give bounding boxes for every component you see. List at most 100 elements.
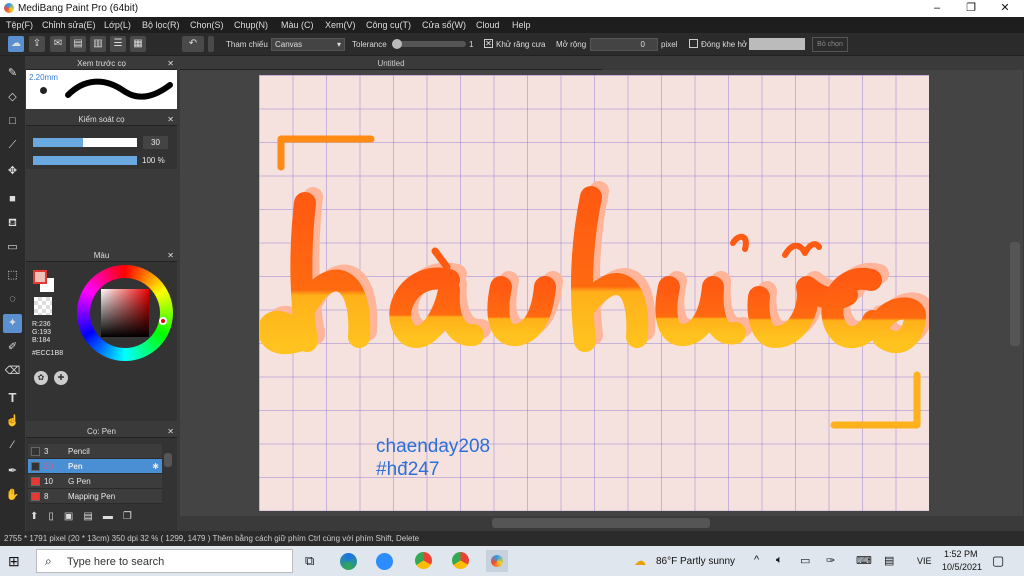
brush-list-item[interactable]: 8 Mapping Pen	[28, 489, 162, 504]
horizontal-scrollbar[interactable]	[492, 518, 710, 528]
menu-color[interactable]: Màu (C)	[281, 20, 314, 30]
list-icon[interactable]: ☰	[110, 36, 126, 52]
lasso-tool-icon[interactable]: ◌	[3, 290, 22, 309]
language-indicator[interactable]: VIE	[917, 556, 932, 566]
volume-icon[interactable]: 🔈︎	[776, 554, 783, 567]
weather-text[interactable]: 86°F Partly sunny	[656, 556, 735, 567]
move-tool-icon[interactable]: ✥	[3, 162, 22, 181]
reference-select[interactable]: Canvas ▾	[271, 38, 345, 51]
app-icon	[4, 3, 14, 13]
brush-list-item[interactable]: 30 Pen ✱	[28, 459, 162, 474]
menu-filter[interactable]: Bộ lọc(R)	[142, 20, 180, 30]
menu-edit[interactable]: Chỉnh sửa(E)	[42, 20, 96, 30]
panel-close-icon[interactable]: ✕	[167, 57, 174, 70]
bucket-tool-icon[interactable]: ⛾	[3, 214, 22, 233]
magic-wand-tool-icon[interactable]: ✦	[3, 314, 22, 333]
network-icon[interactable]: ▭	[800, 554, 810, 567]
new-brush-icon[interactable]: ▯	[48, 511, 64, 522]
menu-cloud[interactable]: Cloud	[476, 20, 500, 30]
fill-shape-tool-icon[interactable]: ■	[3, 190, 22, 209]
brush-size-value[interactable]: 30	[143, 136, 168, 149]
notification-icon[interactable]: ▢	[992, 553, 1004, 569]
share-icon[interactable]: ⇪	[29, 36, 45, 52]
transparent-color-swatch[interactable]	[34, 297, 52, 315]
pen-icon[interactable]: ✑	[826, 554, 835, 567]
hue-marker[interactable]	[159, 317, 167, 325]
hand-tool-icon[interactable]: ✋	[3, 486, 22, 505]
page-icon[interactable]: ▥	[90, 36, 106, 52]
medibang-task-icon[interactable]	[486, 550, 508, 572]
menu-file[interactable]: Tệp(F)	[6, 20, 33, 30]
panel-close-icon[interactable]: ✕	[167, 249, 174, 262]
brush-list-title: Cọ: Pen	[87, 427, 116, 436]
task-view-icon[interactable]: ⧉	[305, 553, 314, 569]
menu-capture[interactable]: Chụp(N)	[234, 20, 268, 30]
brush-menu-icon[interactable]: ▣	[64, 511, 83, 522]
add-brush-icon[interactable]: ⬆	[30, 511, 48, 522]
brush-list-item[interactable]: 10 G Pen	[28, 474, 162, 489]
eraser-tool-icon[interactable]: ◇	[3, 88, 22, 107]
cloud-icon[interactable]: ☁	[8, 36, 24, 52]
windows-start-icon[interactable]: ⊞	[8, 553, 20, 570]
folder-icon[interactable]: ▬	[103, 511, 123, 522]
select-pen-tool-icon[interactable]: ✐	[3, 338, 22, 357]
menu-view[interactable]: Xem(V)	[325, 20, 356, 30]
brush-opacity-slider[interactable]	[33, 156, 137, 165]
foreground-color-swatch[interactable]	[33, 270, 47, 284]
undo-icon[interactable]: ↶	[182, 36, 204, 52]
select-eraser-tool-icon[interactable]: ⌫	[3, 362, 22, 381]
expand-field[interactable]: 0	[590, 38, 658, 51]
close-gap-checkbox[interactable]	[689, 39, 698, 48]
chrome-icon[interactable]	[415, 552, 432, 569]
menu-layer[interactable]: Lớp(L)	[104, 20, 131, 30]
brush-list-scrollbar[interactable]	[164, 453, 172, 467]
canvas-paper[interactable]: chaenday208 #hđ247	[259, 75, 929, 511]
vertical-scrollbar[interactable]	[1010, 242, 1020, 346]
copy-brush-icon[interactable]: ❐	[123, 511, 142, 522]
brush-settings-icon[interactable]: ▤	[83, 511, 102, 522]
palette-icon[interactable]: ✿	[34, 371, 48, 385]
gear-icon[interactable]: ✱	[152, 459, 159, 474]
rect-select-tool-icon[interactable]: □	[3, 112, 22, 131]
caption-line-2: #hđ247	[376, 459, 440, 480]
comment-icon[interactable]: ✉	[50, 36, 66, 52]
close-gap-field[interactable]	[749, 38, 805, 50]
dot-tool-icon[interactable]: ⟋	[3, 136, 22, 155]
menu-window[interactable]: Cửa sổ(W)	[422, 20, 466, 30]
gradient-tool-icon[interactable]: ▭	[3, 238, 22, 257]
chrome-profile-icon[interactable]	[452, 552, 469, 569]
saturation-square[interactable]	[101, 289, 149, 337]
brush-tool-icon[interactable]: ✎	[3, 64, 22, 83]
text-tool-icon[interactable]: T	[3, 388, 22, 407]
touchpad-icon[interactable]: ▤	[884, 554, 894, 567]
hue-wheel[interactable]	[77, 265, 173, 361]
panel-close-icon[interactable]: ✕	[167, 425, 174, 438]
pipette-tool-icon[interactable]: ✒	[3, 462, 22, 481]
layer-icon[interactable]: ▤	[70, 36, 86, 52]
clock-time[interactable]: 1:52 PM	[944, 549, 978, 559]
deselect-button[interactable]: Bỏ chọn	[812, 37, 848, 52]
palette-add-icon[interactable]: ✚	[54, 371, 68, 385]
menu-help[interactable]: Help	[512, 20, 531, 30]
brush-size-slider[interactable]	[33, 138, 137, 147]
close-button[interactable]: ✕	[988, 0, 1022, 17]
keyboard-icon[interactable]: ⌨	[856, 554, 872, 567]
chevron-up-icon[interactable]: ^	[754, 554, 759, 566]
maximize-button[interactable]: ❐	[954, 0, 988, 17]
eyedropper-tool-icon[interactable]: ⁄	[3, 436, 22, 455]
grid-icon[interactable]: ▦	[130, 36, 146, 52]
tolerance-slider[interactable]	[392, 39, 466, 49]
brush-list-item[interactable]: 3 Pencil	[28, 444, 162, 459]
minimize-button[interactable]: –	[920, 0, 954, 17]
tab-untitled[interactable]: Untitled	[180, 57, 602, 70]
search-box[interactable]: ⌕ Type here to search	[36, 549, 293, 573]
edge-icon[interactable]	[340, 553, 357, 570]
panel-close-icon[interactable]: ✕	[167, 113, 174, 126]
menu-tools[interactable]: Công cụ(T)	[366, 20, 411, 30]
select-tool-icon[interactable]: ⬚	[3, 266, 22, 285]
menu-select[interactable]: Chọn(S)	[190, 20, 224, 30]
zoom-icon[interactable]	[376, 553, 393, 570]
antialias-checkbox[interactable]: ✕	[484, 39, 493, 48]
operation-tool-icon[interactable]: ☝	[3, 412, 22, 431]
clock-date[interactable]: 10/5/2021	[942, 562, 982, 572]
